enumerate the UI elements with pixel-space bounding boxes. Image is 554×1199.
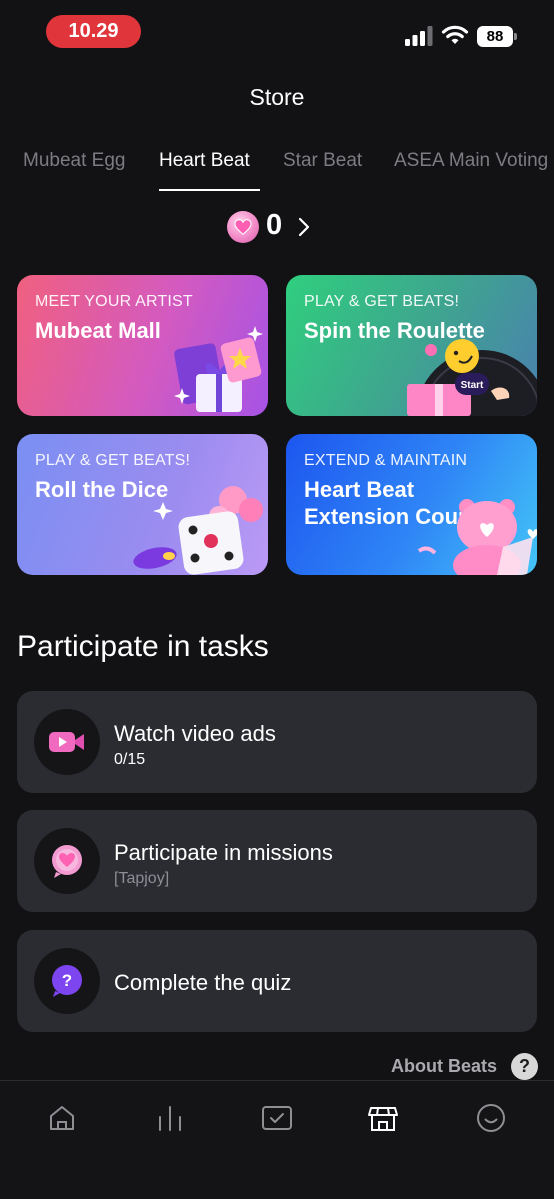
task-title: Participate in missions: [114, 840, 333, 865]
task-complete-quiz[interactable]: ? Complete the quiz: [17, 930, 537, 1032]
task-icon-container: [34, 709, 100, 775]
task-watch-video-ads[interactable]: Watch video ads 0/15: [17, 691, 537, 793]
task-progress: 0/15: [114, 751, 146, 768]
chevron-right-icon: [298, 217, 310, 237]
tab-star-beat[interactable]: Star Beat: [283, 150, 362, 172]
about-beats-link[interactable]: About Beats ?: [391, 1052, 538, 1080]
card-mubeat-mall[interactable]: MEET YOUR ARTIST Mubeat Mall: [17, 275, 268, 416]
tab-asea-main-voting[interactable]: ASEA Main Voting: [394, 150, 548, 172]
video-camera-icon: [49, 732, 84, 752]
nav-home[interactable]: [45, 1101, 79, 1135]
wifi-icon: [441, 25, 469, 44]
heart-beat-balance[interactable]: 0: [0, 207, 554, 247]
chart-bars-icon: [159, 1106, 181, 1131]
roulette-wheel-illustration: Start: [407, 339, 537, 416]
battery-level: 88: [477, 26, 513, 47]
page-title: Store: [249, 84, 305, 110]
task-icon-container: [34, 828, 100, 894]
task-title: Complete the quiz: [114, 970, 292, 995]
active-tab-indicator: [159, 189, 260, 191]
roulette-start-label: Start: [461, 380, 484, 391]
battery-indicator: 88: [477, 26, 517, 47]
bottom-navigation: [0, 1080, 554, 1199]
balance-value: 0: [266, 209, 283, 241]
task-provider: [Tapjoy]: [114, 870, 170, 887]
nav-vote[interactable]: [260, 1101, 294, 1135]
card-kicker: PLAY & GET BEATS!: [35, 452, 191, 469]
battery-tip: [514, 33, 517, 40]
help-question-icon: ?: [511, 1052, 538, 1080]
task-icon-container: ?: [34, 948, 100, 1014]
home-icon: [50, 1106, 74, 1130]
store-icon: [368, 1107, 398, 1131]
tab-mubeat-egg[interactable]: Mubeat Egg: [23, 150, 125, 172]
task-title: Watch video ads: [114, 721, 276, 746]
cellular-signal-icon: [405, 26, 433, 46]
profile-smile-icon: [477, 1104, 505, 1132]
card-roll-dice[interactable]: PLAY & GET BEATS! Roll the Dice: [17, 434, 268, 575]
question-bubble-icon: ?: [52, 965, 82, 997]
task-participate-missions[interactable]: Participate in missions [Tapjoy]: [17, 810, 537, 912]
card-kicker: PLAY & GET BEATS!: [304, 293, 460, 310]
heart-bubble-icon: [52, 845, 82, 878]
nav-charts[interactable]: [153, 1101, 187, 1135]
card-kicker: EXTEND & MAINTAIN: [304, 452, 468, 469]
dice-balloon-illustration: [133, 486, 263, 575]
svg-text:?: ?: [62, 971, 72, 990]
tab-heart-beat[interactable]: Heart Beat: [159, 150, 250, 172]
card-heart-beat-extension-coupon[interactable]: EXTEND & MAINTAIN Heart Beat Extension C…: [286, 434, 537, 575]
status-bar: 10.29 88: [0, 0, 554, 70]
card-spin-roulette[interactable]: PLAY & GET BEATS! Spin the Roulette Star…: [286, 275, 537, 416]
gift-box-photocard-illustration: [174, 326, 263, 412]
store-tabs: Mubeat Egg Heart Beat Star Beat ASEA Mai…: [0, 146, 554, 194]
about-beats-label: About Beats: [390, 1055, 497, 1076]
heart-coin-icon: [227, 211, 259, 243]
nav-store[interactable]: [366, 1101, 400, 1135]
card-kicker: MEET YOUR ARTIST: [35, 293, 193, 310]
vote-box-icon: [262, 1106, 292, 1130]
nav-profile[interactable]: [474, 1101, 508, 1135]
status-time: 10.29: [46, 15, 141, 48]
teddy-bear-illustration: [417, 499, 537, 575]
tasks-section-title: Participate in tasks: [17, 630, 269, 663]
